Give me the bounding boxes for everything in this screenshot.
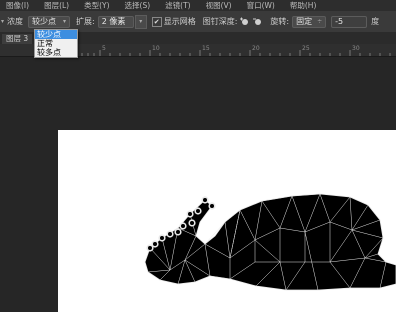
ruler-label-30: 30 [352, 45, 360, 52]
density-option-more[interactable]: 较多点 [35, 48, 77, 57]
pin-center [176, 230, 180, 234]
menu-layer[interactable]: 图层(L) [44, 0, 69, 11]
density-value: 较少点 [32, 17, 57, 26]
tool-arrow-icon[interactable]: ▾ [1, 18, 4, 25]
expand-field[interactable]: 2 像素 [97, 15, 134, 28]
menu-image[interactable]: 图像(I) [6, 0, 29, 11]
pin-center [210, 204, 214, 208]
density-option-fewer[interactable]: 较少点 [35, 30, 77, 39]
ruler-label-25: 25 [302, 45, 310, 52]
show-mesh-label: 显示网格 [163, 17, 196, 26]
document-canvas[interactable] [58, 130, 396, 312]
density-option-normal[interactable]: 正常 [35, 39, 77, 48]
pin-center [203, 198, 207, 202]
pin-center [190, 221, 194, 225]
expand-value: 2 像素 [101, 17, 126, 26]
expand-stepper-icon[interactable]: ▾ [134, 14, 147, 29]
ruler-label-20: 20 [252, 45, 260, 52]
menu-select[interactable]: 选择(S) [125, 0, 151, 11]
density-label: 浓度 [7, 17, 24, 26]
density-dropdown[interactable]: 较少点 ▾ [28, 15, 71, 28]
pin-center [188, 212, 192, 216]
pin-center [168, 232, 172, 236]
puppet-warp-mesh[interactable] [58, 130, 396, 312]
menu-view[interactable]: 视图(V) [206, 0, 232, 11]
menu-filter[interactable]: 滤镜(T) [165, 0, 190, 11]
warped-shape [144, 193, 396, 291]
menu-bar: 图像(I) 图层(L) 类型(Y) 选择(S) 滤镜(T) 视图(V) 窗口(W… [0, 0, 396, 11]
ruler-label-15: 15 [202, 45, 210, 52]
rotate-mode-value: 固定 [296, 17, 313, 26]
document-tab-label: 图层 3 [6, 34, 29, 43]
chevron-down-icon: ÷ [317, 18, 323, 25]
pin-backward-icon[interactable] [252, 16, 263, 27]
rotate-label: 旋转: [270, 17, 290, 26]
expand-label: 扩展: [76, 17, 95, 26]
rotate-mode-dropdown[interactable]: 固定 ÷ [292, 15, 327, 28]
document-tab[interactable]: 图层 3 [2, 34, 33, 44]
show-mesh-checkbox[interactable]: ✔ [151, 16, 162, 27]
density-dropdown-menu: 较少点 正常 较多点 [34, 29, 78, 58]
pin-forward-icon[interactable] [239, 16, 250, 27]
ruler-label-10: 10 [152, 45, 160, 52]
menu-help[interactable]: 帮助(H) [290, 0, 317, 11]
menu-window[interactable]: 窗口(W) [247, 0, 275, 11]
pin-center [181, 224, 185, 228]
degree-label: 度 [371, 17, 380, 26]
chevron-down-icon: ▾ [63, 18, 67, 25]
pin-center [148, 246, 152, 250]
pin-depth-label: 图钉深度: [202, 17, 238, 26]
ruler-label-5: 5 [102, 45, 106, 52]
rotate-degree-field[interactable]: -5 [331, 15, 368, 28]
pin-center [153, 242, 157, 246]
rotate-degree-value: -5 [335, 17, 344, 26]
pin-center [196, 209, 200, 213]
pin-center [160, 236, 164, 240]
menu-type[interactable]: 类型(Y) [84, 0, 109, 11]
